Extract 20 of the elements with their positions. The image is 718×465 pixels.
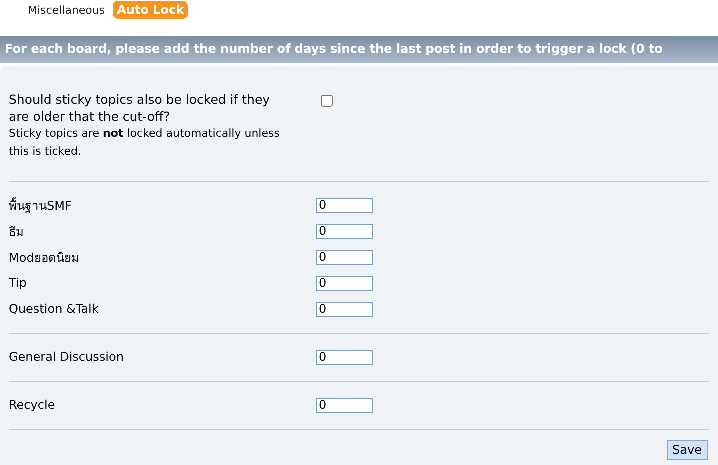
option-note: Sticky topics are not locked automatically unless this is ticked. xyxy=(9,126,281,160)
save-button[interactable]: Save xyxy=(666,440,708,460)
board-label: Modยอดนิยม xyxy=(9,250,80,266)
days-field[interactable]: 0 xyxy=(316,398,373,412)
checkbox[interactable] xyxy=(321,95,333,107)
days-field[interactable]: 0 xyxy=(316,250,373,264)
days-field[interactable]: 0 xyxy=(316,276,373,290)
board-label: พื้นฐานSMF xyxy=(9,196,73,214)
option-label: Should sticky topics also be locked if they are older that the cut-off? xyxy=(9,91,272,125)
board-label: General Discussion xyxy=(9,350,125,364)
board-label: ธีม xyxy=(9,224,25,240)
days-field[interactable]: 0 xyxy=(316,302,373,316)
board-label: Question &Talk xyxy=(9,302,100,316)
section-header: For each board, please add the number of days since the last post in order to trigger a lock (0 to xyxy=(0,36,718,63)
days-field[interactable]: 0 xyxy=(316,350,373,364)
board-label: Recycle xyxy=(9,398,56,412)
board-label: Tip xyxy=(9,276,28,290)
days-field[interactable]: 0 xyxy=(316,224,373,238)
days-field[interactable]: 0 xyxy=(316,198,373,212)
tab[interactable]: Miscellaneous xyxy=(24,2,110,18)
